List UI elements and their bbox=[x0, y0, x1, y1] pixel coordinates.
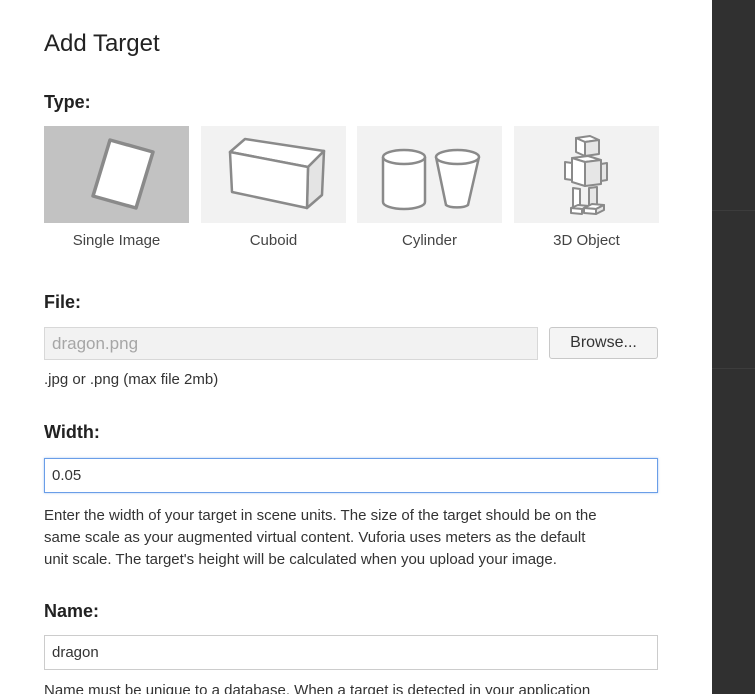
file-hint: .jpg or .png (max file 2mb) bbox=[44, 371, 219, 388]
name-label: Name: bbox=[44, 601, 100, 621]
width-input[interactable] bbox=[44, 458, 658, 493]
type-option-cuboid[interactable]: Cuboid bbox=[201, 126, 346, 249]
add-target-dialog: Add Target Type: Single Image Cuboid Cyl… bbox=[0, 0, 712, 694]
browse-button[interactable]: Browse... bbox=[549, 327, 658, 359]
type-option-3d-object[interactable]: 3D Object bbox=[514, 126, 659, 249]
background-side-panel bbox=[712, 0, 755, 694]
file-label: File: bbox=[44, 292, 82, 312]
name-help-text: Name must be unique to a database. When … bbox=[44, 682, 591, 694]
3d-object-icon bbox=[564, 135, 608, 215]
single-image-icon bbox=[91, 138, 155, 210]
name-input[interactable] bbox=[44, 635, 658, 670]
type-option-label: Single Image bbox=[72, 232, 161, 249]
dialog-title: Add Target bbox=[44, 30, 160, 57]
panel-divider bbox=[712, 368, 755, 369]
type-tile bbox=[357, 126, 502, 223]
cuboid-icon bbox=[228, 137, 326, 210]
type-tile bbox=[201, 126, 346, 223]
page: Add Target Type: Single Image Cuboid Cyl… bbox=[0, 0, 755, 694]
width-help-line: unit scale. The target's height will be … bbox=[44, 551, 557, 568]
width-label: Width: bbox=[44, 422, 100, 442]
type-label: Type: bbox=[44, 92, 91, 112]
file-path-field[interactable]: dragon.png bbox=[44, 327, 538, 360]
width-help-text: Enter the width of your target in scene … bbox=[44, 505, 597, 571]
width-help-line: same scale as your augmented virtual con… bbox=[44, 529, 586, 546]
type-option-label: 3D Object bbox=[553, 232, 620, 249]
type-option-label: Cuboid bbox=[249, 232, 298, 249]
cylinder-icon bbox=[381, 148, 481, 211]
type-option-cylinder[interactable]: Cylinder bbox=[357, 126, 502, 249]
type-option-label: Cylinder bbox=[401, 232, 458, 249]
type-tile bbox=[514, 126, 659, 223]
panel-divider bbox=[712, 210, 755, 211]
type-option-single-image[interactable]: Single Image bbox=[44, 126, 189, 249]
type-tile bbox=[44, 126, 189, 223]
width-help-line: Enter the width of your target in scene … bbox=[44, 507, 597, 524]
